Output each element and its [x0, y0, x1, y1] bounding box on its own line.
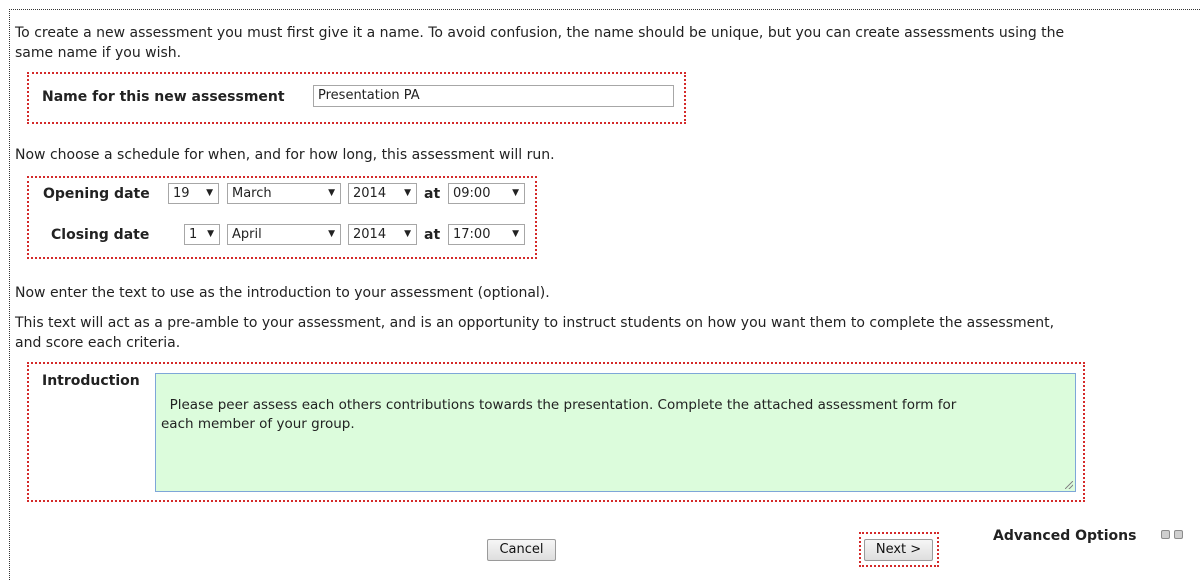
- closing-date-label: Closing date: [51, 227, 150, 243]
- expand-icon[interactable]: [1174, 530, 1183, 539]
- opening-year-select[interactable]: 2014 ▼: [348, 183, 417, 204]
- chevron-down-icon: ▼: [206, 188, 213, 198]
- chevron-down-icon: ▼: [328, 229, 335, 239]
- chevron-down-icon: ▼: [512, 188, 519, 198]
- introduction-value: Please peer assess each others contribut…: [161, 397, 957, 432]
- closing-month-value: April: [232, 227, 262, 242]
- opening-date-label: Opening date: [43, 186, 150, 202]
- opening-at-label: at: [424, 186, 441, 202]
- closing-time-value: 17:00: [453, 227, 491, 242]
- advanced-options-label: Advanced Options: [993, 528, 1137, 544]
- closing-month-select[interactable]: April ▼: [227, 224, 341, 245]
- closing-time-select[interactable]: 17:00 ▼: [448, 224, 525, 245]
- opening-day-select[interactable]: 19 ▼: [168, 183, 219, 204]
- name-label: Name for this new assessment: [42, 89, 285, 105]
- closing-year-select[interactable]: 2014 ▼: [348, 224, 417, 245]
- opening-time-select[interactable]: 09:00 ▼: [448, 183, 525, 204]
- intro-line-2: same name if you wish.: [15, 45, 182, 61]
- chevron-down-icon: ▼: [328, 188, 335, 198]
- schedule-text: Now choose a schedule for when, and for …: [15, 147, 555, 163]
- next-button[interactable]: Next >: [864, 539, 933, 561]
- introduction-label: Introduction: [42, 373, 140, 389]
- opening-month-select[interactable]: March ▼: [227, 183, 341, 204]
- intro-line-1: To create a new assessment you must firs…: [15, 25, 1065, 41]
- opening-time-value: 09:00: [453, 186, 491, 201]
- resize-handle-icon[interactable]: [1065, 481, 1073, 489]
- chevron-down-icon: ▼: [512, 229, 519, 239]
- closing-day-value: 1: [189, 227, 198, 242]
- introduction-text-2b: and score each criteria.: [15, 335, 181, 351]
- closing-day-select[interactable]: 1 ▼: [184, 224, 220, 245]
- introduction-textarea[interactable]: Please peer assess each others contribut…: [155, 373, 1076, 492]
- opening-day-value: 19: [173, 186, 190, 201]
- chevron-down-icon: ▼: [207, 229, 214, 239]
- opening-month-value: March: [232, 186, 272, 201]
- closing-at-label: at: [424, 227, 441, 243]
- collapse-icon[interactable]: [1161, 530, 1170, 539]
- assessment-name-input[interactable]: Presentation PA: [313, 85, 674, 107]
- chevron-down-icon: ▼: [404, 188, 411, 198]
- cancel-button[interactable]: Cancel: [487, 539, 556, 561]
- chevron-down-icon: ▼: [404, 229, 411, 239]
- introduction-text-1: Now enter the text to use as the introdu…: [15, 285, 550, 301]
- introduction-text-2a: This text will act as a pre-amble to you…: [15, 315, 1055, 331]
- closing-year-value: 2014: [353, 227, 387, 242]
- opening-year-value: 2014: [353, 186, 387, 201]
